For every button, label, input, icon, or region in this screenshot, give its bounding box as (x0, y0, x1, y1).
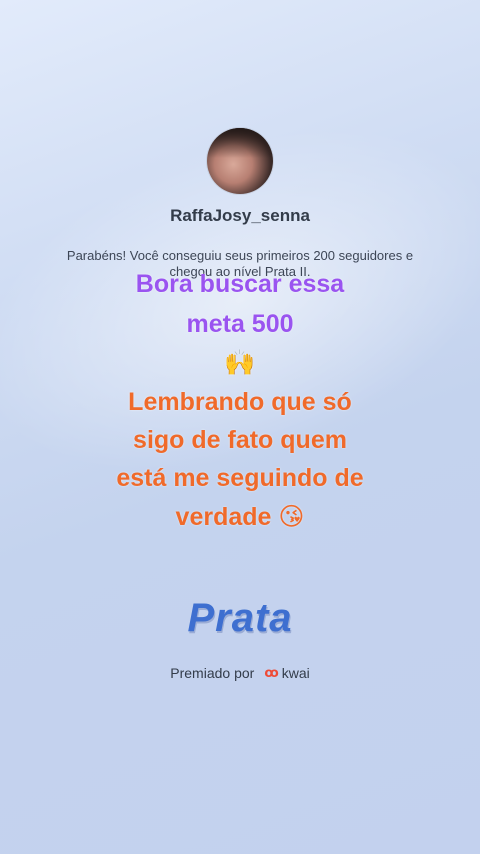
caption-emoji: 🙌 (224, 349, 256, 377)
awarded-by-label: Premiado por (170, 665, 255, 681)
brand-name: kwai (281, 665, 310, 681)
kwai-logo-icon: ꝏ (264, 665, 279, 680)
caption-line-1: Bora buscar essa (135, 270, 345, 298)
avatar[interactable] (207, 128, 273, 194)
awarded-by: Premiado por ꝏ kwai (0, 665, 480, 681)
background-sheen (0, 21, 480, 579)
avatar-hair (207, 128, 273, 158)
caption-line-3: Lembrando que só (128, 388, 352, 416)
brand[interactable]: ꝏ kwai (264, 665, 309, 681)
username[interactable]: RaffaJosy_senna (0, 206, 480, 226)
level-title: Prata (187, 596, 293, 640)
caption-line-4: sigo de fato quem (133, 426, 347, 454)
caption-line-5: está me seguindo de (116, 464, 364, 492)
caption-line-2: meta 500 (186, 310, 294, 338)
caption-line-6: verdade 😘 (175, 503, 305, 531)
